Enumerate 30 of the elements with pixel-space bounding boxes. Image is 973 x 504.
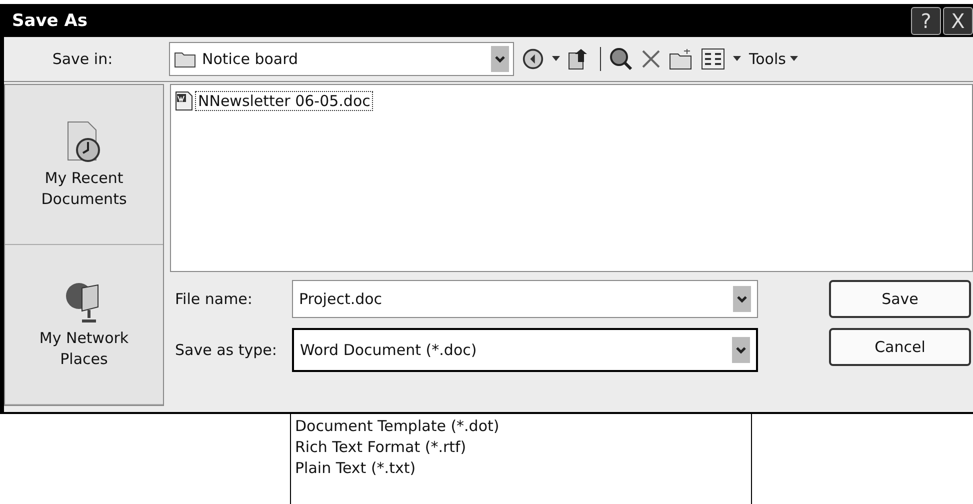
- file-name-field[interactable]: Project.doc: [292, 280, 758, 318]
- caret-icon[interactable]: [552, 56, 560, 62]
- delete-icon[interactable]: [641, 49, 661, 69]
- chevron-icon: [732, 337, 750, 363]
- back-icon[interactable]: [522, 48, 544, 70]
- place-item[interactable]: My Network Places: [5, 245, 163, 405]
- search-icon[interactable]: [609, 47, 633, 71]
- cancel-button[interactable]: Cancel: [829, 328, 971, 366]
- close-button[interactable]: X: [943, 6, 973, 34]
- tools-menu[interactable]: Tools: [749, 50, 798, 68]
- dropdown-option[interactable]: Plain Text (*.txt): [295, 458, 747, 479]
- caret-icon[interactable]: [733, 56, 741, 62]
- window-title: Save As: [12, 10, 88, 30]
- caret-icon: [790, 56, 798, 62]
- save-as-type-dropdown[interactable]: Word Document (*.doc): [292, 328, 758, 372]
- document-icon: [175, 91, 193, 111]
- dropdown-option[interactable]: Rich Text Format (*.rtf): [295, 437, 747, 458]
- file-name-label: File name:: [174, 290, 254, 308]
- save-button[interactable]: Save: [829, 280, 971, 318]
- save-in-label: Save in:: [51, 50, 114, 68]
- chevron-icon: [491, 46, 509, 72]
- views-icon[interactable]: [701, 48, 725, 70]
- chevron-icon: [733, 286, 751, 312]
- help-button[interactable]: ?: [911, 6, 941, 34]
- save-as-type-label: Save as type:: [174, 341, 278, 359]
- place-item[interactable]: My Recent Documents: [5, 85, 163, 245]
- save-in-dropdown[interactable]: Notice board: [169, 42, 514, 76]
- new-folder-icon[interactable]: [669, 48, 693, 70]
- folder-icon: [174, 50, 196, 68]
- dropdown-option[interactable]: Document Template (*.dot): [295, 416, 747, 437]
